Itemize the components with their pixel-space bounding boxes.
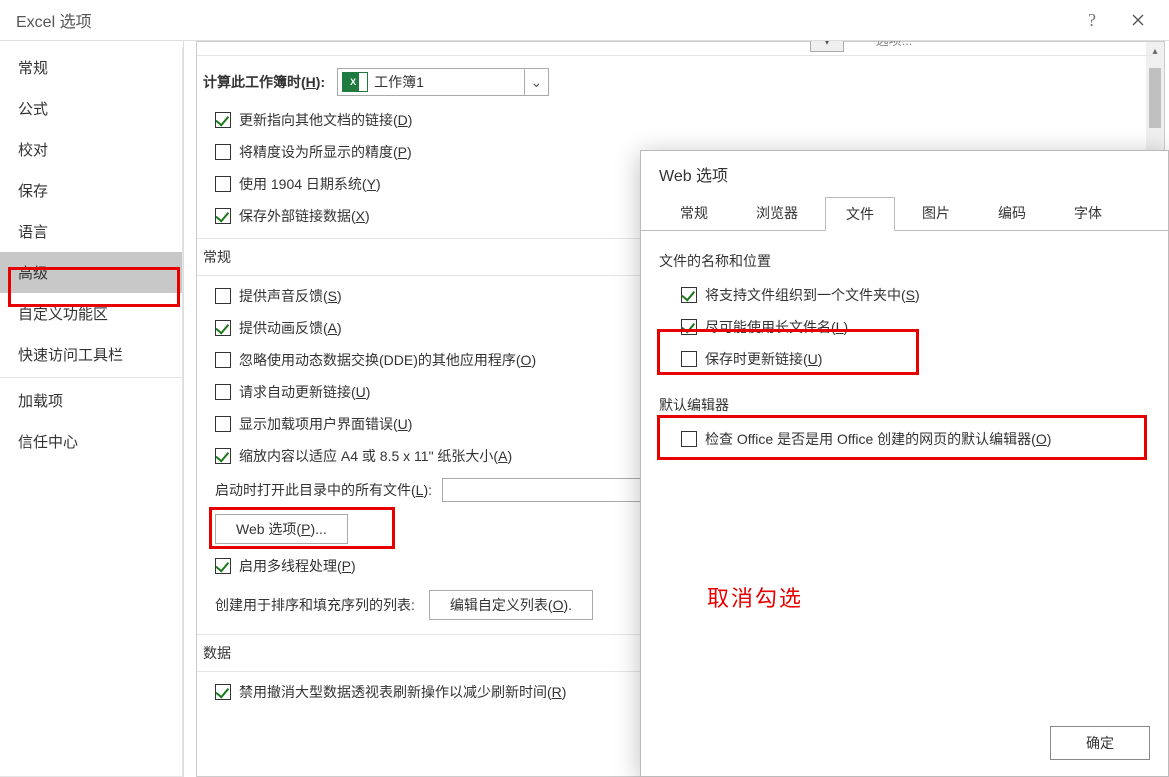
workbook-name: 工作簿1 [370, 72, 524, 92]
checkbox[interactable] [681, 287, 697, 303]
sidebar-item-customize-ribbon[interactable]: 自定义功能区 [0, 293, 182, 334]
cutoff-dropdown[interactable]: ▾ [810, 41, 844, 52]
checkbox-label: 将精度设为所显示的精度(P) [239, 142, 412, 162]
checkbox-label: 检查 Office 是否是用 Office 创建的网页的默认编辑器(O) [705, 429, 1051, 449]
sidebar-item-language[interactable]: 语言 [0, 211, 182, 252]
options-sidebar: 常规 公式 校对 保存 语言 高级 自定义功能区 快速访问工具栏 加载项 信任中… [0, 41, 184, 777]
web-dialog-title: Web 选项 [641, 151, 1168, 197]
checkbox-label: 忽略使用动态数据交换(DDE)的其他应用程序(O) [239, 350, 536, 370]
web-options-button[interactable]: Web 选项(P)... [215, 514, 348, 544]
checkbox-label: 更新指向其他文档的链接(D) [239, 110, 412, 130]
checkbox[interactable] [681, 431, 697, 447]
opt-organize-support-files[interactable]: 将支持文件组织到一个文件夹中(S) [659, 279, 1150, 311]
help-button[interactable]: ? [1069, 5, 1115, 35]
sidebar-label: 校对 [18, 142, 48, 159]
checkbox[interactable] [215, 416, 231, 432]
checkbox-label: 禁用撤消大型数据透视表刷新操作以减少刷新时间(R) [239, 682, 566, 702]
group-default-editor: 默认编辑器 [659, 389, 1150, 423]
cutoff-section: ▾ 选项... [197, 42, 1152, 56]
workbook-dropdown[interactable]: X 工作簿1 ⌄ [337, 68, 549, 96]
close-button[interactable] [1115, 5, 1161, 35]
custom-lists-label: 创建用于排序和填充序列的列表: [215, 595, 415, 615]
sidebar-item-proofing[interactable]: 校对 [0, 129, 182, 170]
checkbox-label: 尽可能使用长文件名(L) [705, 317, 848, 337]
text: ): [316, 74, 325, 90]
annotation-text: 取消勾选 [707, 581, 803, 613]
opt-update-links-on-save[interactable]: 保存时更新链接(U) [659, 343, 1150, 375]
sidebar-item-advanced[interactable]: 高级 [0, 252, 182, 293]
ok-button[interactable]: 确定 [1050, 726, 1150, 760]
text: 计算此工作簿时( [203, 74, 306, 90]
sidebar-label: 语言 [18, 224, 48, 241]
sidebar-label: 自定义功能区 [18, 306, 108, 323]
web-options-dialog: Web 选项 常规 浏览器 文件 图片 编码 字体 文件的名称和位置 将支持文件… [640, 150, 1169, 777]
checkbox[interactable] [215, 208, 231, 224]
checkbox[interactable] [215, 320, 231, 336]
tab-browser[interactable]: 浏览器 [735, 196, 819, 230]
sidebar-item-quick-access[interactable]: 快速访问工具栏 [0, 334, 182, 375]
sidebar-label: 常规 [18, 60, 48, 77]
excel-workbook-icon: X [342, 72, 364, 92]
checkbox-label: 将支持文件组织到一个文件夹中(S) [705, 285, 920, 305]
scroll-thumb[interactable] [1149, 68, 1161, 128]
checkbox-label: 保存时更新链接(U) [705, 349, 822, 369]
checkbox[interactable] [215, 144, 231, 160]
sidebar-item-formulas[interactable]: 公式 [0, 88, 182, 129]
sidebar-label: 加载项 [18, 393, 63, 410]
tab-general[interactable]: 常规 [659, 196, 729, 230]
sidebar-label: 保存 [18, 183, 48, 200]
sidebar-item-trust-center[interactable]: 信任中心 [0, 421, 182, 462]
sidebar-item-addins[interactable]: 加载项 [0, 380, 182, 421]
chevron-down-icon[interactable]: ⌄ [524, 69, 548, 95]
checkbox-label: 显示加载项用户界面错误(U) [239, 414, 412, 434]
web-dialog-body: 文件的名称和位置 将支持文件组织到一个文件夹中(S) 尽可能使用长文件名(L) … [641, 231, 1168, 469]
checkbox-label: 保存外部链接数据(X) [239, 206, 370, 226]
group-file-name-location: 文件的名称和位置 [659, 245, 1150, 279]
sidebar-label: 快速访问工具栏 [18, 347, 123, 364]
checkbox-label: 启用多线程处理(P) [239, 556, 356, 576]
web-tabs: 常规 浏览器 文件 图片 编码 字体 [641, 197, 1168, 231]
sidebar-separator [0, 377, 182, 378]
edit-custom-lists-button[interactable]: 编辑自定义列表(O). [429, 590, 593, 620]
sidebar-label: 高级 [18, 265, 48, 282]
opt-use-long-filenames[interactable]: 尽可能使用长文件名(L) [659, 311, 1150, 343]
checkbox[interactable] [215, 384, 231, 400]
checkbox[interactable] [215, 176, 231, 192]
checkbox[interactable] [215, 448, 231, 464]
checkbox-label: 请求自动更新链接(U) [239, 382, 370, 402]
tab-encoding[interactable]: 编码 [977, 196, 1047, 230]
tab-picture[interactable]: 图片 [901, 196, 971, 230]
cutoff-button[interactable]: 选项... [854, 41, 934, 52]
main-title: Excel 选项 [16, 8, 92, 32]
tab-font[interactable]: 字体 [1053, 196, 1123, 230]
checkbox[interactable] [681, 319, 697, 335]
checkbox[interactable] [215, 684, 231, 700]
checkbox[interactable] [215, 352, 231, 368]
sidebar-item-general[interactable]: 常规 [0, 47, 182, 88]
sidebar-label: 公式 [18, 101, 48, 118]
checkbox[interactable] [215, 288, 231, 304]
checkbox[interactable] [215, 112, 231, 128]
workbook-calc-row: 计算此工作簿时(H): X 工作簿1 ⌄ [197, 62, 1152, 104]
workbook-calc-label: 计算此工作簿时(H): [203, 72, 325, 92]
opt-check-office-default-editor[interactable]: 检查 Office 是否是用 Office 创建的网页的默认编辑器(O) [659, 423, 1150, 455]
accelerator: H [306, 74, 316, 90]
opt-update-links[interactable]: 更新指向其他文档的链接(D) [197, 104, 1152, 136]
checkbox[interactable] [215, 558, 231, 574]
main-titlebar: Excel 选项 ? [0, 0, 1169, 40]
checkbox-label: 使用 1904 日期系统(Y) [239, 174, 381, 194]
sidebar-item-save[interactable]: 保存 [0, 170, 182, 211]
checkbox-label: 缩放内容以适应 A4 或 8.5 x 11" 纸张大小(A) [239, 446, 512, 466]
checkbox-label: 提供动画反馈(A) [239, 318, 342, 338]
sidebar-label: 信任中心 [18, 434, 78, 451]
checkbox-label: 提供声音反馈(S) [239, 286, 342, 306]
tab-file[interactable]: 文件 [825, 197, 895, 231]
startup-files-label: 启动时打开此目录中的所有文件(L): [215, 480, 432, 500]
checkbox[interactable] [681, 351, 697, 367]
